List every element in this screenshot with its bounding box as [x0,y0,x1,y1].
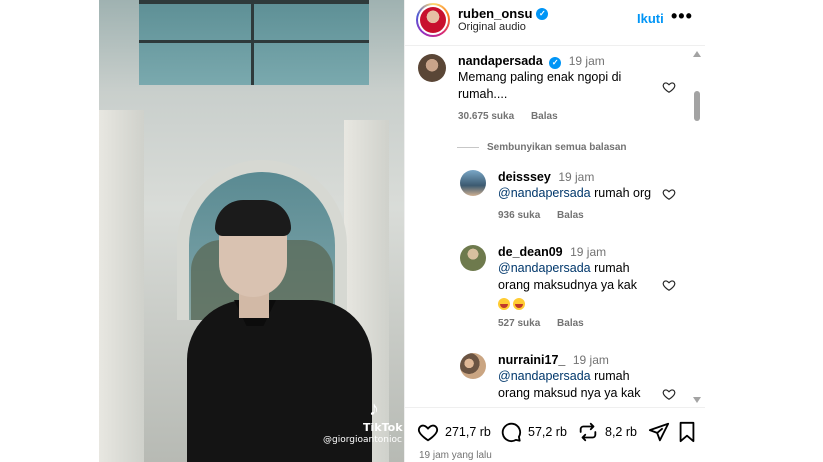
scroll-up-arrow-icon[interactable] [693,51,701,57]
heart-icon[interactable] [417,421,439,443]
mention-link[interactable]: @nandapersada [498,186,591,200]
follow-button[interactable]: Ikuti [637,11,664,26]
action-bar: 271,7 rb 57,2 rb 8,2 rb [405,407,706,447]
avatar-border [418,5,448,35]
tiktok-handle: @giorgioantonioc [323,435,402,445]
reply-item: de_dean09 19 jam @nandapersada rumah ora… [405,240,691,340]
tiktok-logo-icon: ♪ [369,398,379,420]
comments-scrollbar[interactable] [691,47,703,407]
post-sidebar: ruben_onsu ✓ Original audio Ikuti ••• na… [404,0,706,462]
mention-link[interactable]: @nandapersada [498,261,591,275]
author-avatar[interactable] [416,3,450,37]
comment-item: nandapersada ✓ 19 jam Memang paling enak… [405,47,691,137]
comment-likes[interactable]: 30.675 suka [458,111,514,122]
repost-button[interactable]: 8,2 rb [577,421,637,443]
reply-header: de_dean09 19 jam [498,245,606,259]
reply-time: 19 jam [570,245,607,259]
save-bookmark-icon[interactable] [677,421,697,443]
reply-text: @nandapersada rumah orang maksud nya ya … [498,368,658,402]
like-reply-heart-icon[interactable] [662,187,676,201]
more-options-icon[interactable]: ••• [671,6,693,27]
reply-text: @nandapersada rumah org [498,185,658,202]
comment-meta: 30.675 suka Balas [458,111,572,122]
comment-text: Memang paling enak ngopi di rumah.... [458,70,622,101]
reply-likes[interactable]: 936 suka [498,210,540,221]
divider-line [457,147,479,148]
scroll-down-arrow-icon[interactable] [693,397,701,403]
reply-likes[interactable]: 527 suka [498,318,540,329]
video-beam [251,0,254,85]
video-beam [139,40,369,43]
audio-label[interactable]: Original audio [458,21,526,33]
laughing-emoji-icon [513,298,525,310]
comment-count[interactable]: 57,2 rb [528,425,567,439]
share-paper-plane-icon[interactable] [648,421,670,443]
post-header: ruben_onsu ✓ Original audio Ikuti ••• [405,0,706,46]
video-pillar [99,110,144,462]
replier-username[interactable]: de_dean09 [498,245,563,259]
repost-icon[interactable] [577,421,599,443]
mention-link[interactable]: @nandapersada [498,369,591,383]
reply-button[interactable]: Balas [531,111,558,122]
reply-body: rumah org [590,186,652,200]
scroll-thumb[interactable] [694,91,700,121]
laughing-emoji-icon [498,298,510,310]
reply-item: deisssey 19 jam @nandapersada rumah org … [405,164,691,234]
hide-replies-button[interactable]: Sembunyikan semua balasan [457,142,627,153]
reply-time: 19 jam [572,353,609,367]
post-timestamp[interactable]: 19 jam yang lalu [419,450,492,461]
replier-avatar[interactable] [460,170,486,196]
repost-count[interactable]: 8,2 rb [605,425,637,439]
like-button[interactable]: 271,7 rb [417,421,491,443]
like-reply-heart-icon[interactable] [662,278,676,292]
reply-header: deisssey 19 jam [498,170,594,184]
reply-text: @nandapersada rumah orang maksudnya ya k… [498,260,648,294]
comment-bubble-icon[interactable] [500,421,522,443]
avatar-photo [420,7,446,33]
reply-header: nurraini17_ 19 jam [498,353,609,367]
commenter-username[interactable]: nandapersada [458,54,543,68]
comment-header: nandapersada ✓ 19 jam [458,54,605,69]
emoji-row [498,296,528,314]
left-margin [0,0,99,462]
comments-list[interactable]: nandapersada ✓ 19 jam Memang paling enak… [405,47,706,407]
like-count[interactable]: 271,7 rb [445,425,491,439]
video-beam [139,0,369,4]
video-person-hair [215,200,291,236]
verified-icon: ✓ [536,7,549,20]
replier-avatar[interactable] [460,245,486,271]
author-username-text[interactable]: ruben_onsu [458,6,532,21]
reply-meta: 936 suka Balas [498,210,598,221]
replier-username[interactable]: deisssey [498,170,551,184]
comment-time: 19 jam [568,54,605,68]
reply-button[interactable]: Balas [557,318,584,329]
instagram-post-view: ♪ TikTok @giorgioantonioc ruben_onsu ✓ O… [0,0,823,462]
comment-button[interactable]: 57,2 rb [500,421,567,443]
like-comment-heart-icon[interactable] [662,80,676,94]
reply-item: nurraini17_ 19 jam @nandapersada rumah o… [405,348,691,407]
reply-button[interactable]: Balas [557,210,584,221]
right-margin [705,0,823,462]
commenter-avatar[interactable] [418,54,446,82]
author-username[interactable]: ruben_onsu ✓ [458,6,549,21]
replier-username[interactable]: nurraini17_ [498,353,565,367]
reply-time: 19 jam [558,170,595,184]
reply-meta: 527 suka Balas [498,318,598,329]
tiktok-watermark: TikTok [363,421,403,434]
verified-icon: ✓ [549,57,562,69]
hide-replies-label[interactable]: Sembunyikan semua balasan [487,142,627,153]
replier-avatar[interactable] [460,353,486,379]
like-reply-heart-icon[interactable] [662,387,676,401]
video-player[interactable]: ♪ TikTok @giorgioantonioc [99,0,404,462]
